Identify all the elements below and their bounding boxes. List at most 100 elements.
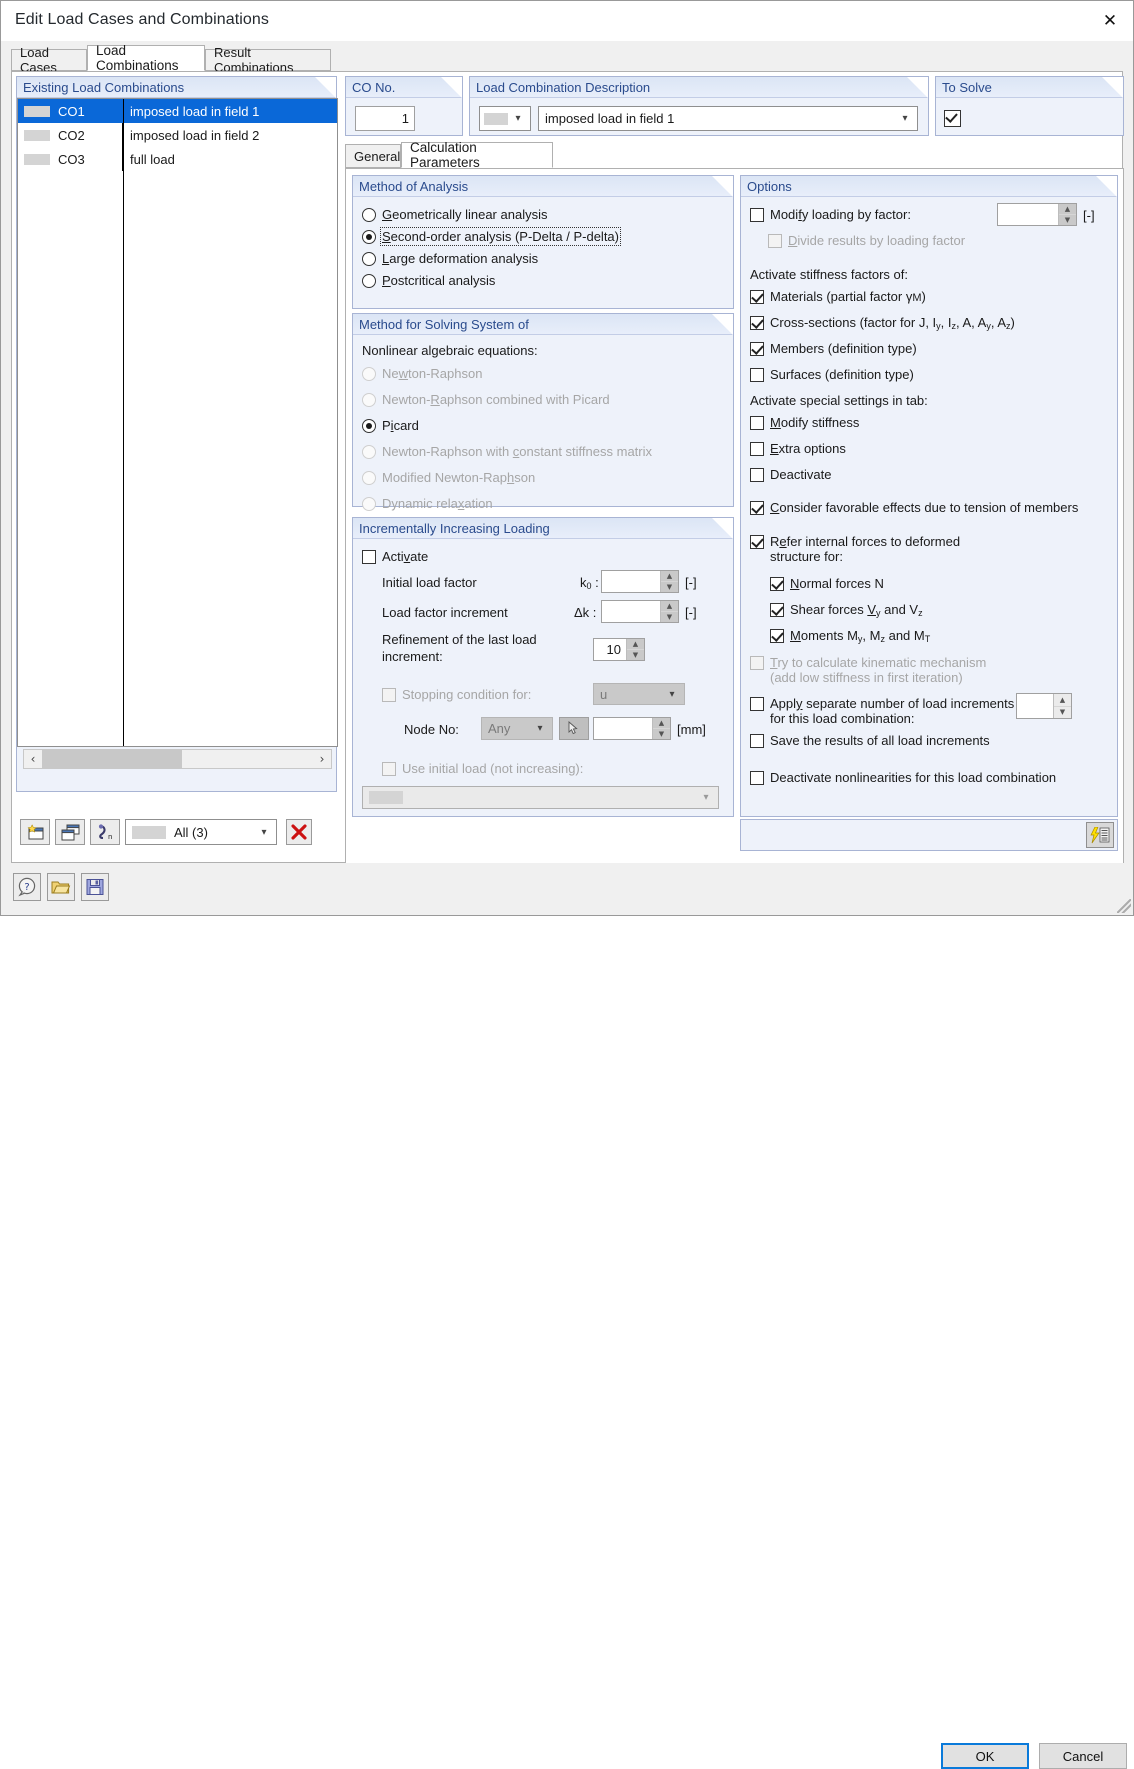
stiffness-surfaces-checkbox[interactable] — [750, 368, 764, 382]
refer-moments-row[interactable]: Moments My, Mz and MT — [770, 628, 930, 647]
tab-result-combinations[interactable]: Result Combinations — [205, 45, 331, 75]
radio-indicator[interactable] — [362, 393, 376, 407]
special-modify-stiffness-row[interactable]: Modify stiffness — [750, 415, 859, 430]
spin-up-icon[interactable]: ▲ — [653, 718, 670, 729]
modify-loading-checkbox[interactable] — [750, 208, 764, 222]
list-item[interactable]: CO3 full load — [18, 147, 337, 171]
spinner-buttons[interactable]: ▲ ▼ — [660, 571, 678, 592]
stiffness-materials-checkbox[interactable] — [750, 290, 764, 304]
refer-internal-forces-checkbox[interactable] — [750, 535, 764, 549]
spin-down-icon[interactable]: ▼ — [1059, 215, 1076, 225]
radio-indicator[interactable] — [362, 471, 376, 485]
special-deactivate-checkbox[interactable] — [750, 468, 764, 482]
help-button[interactable]: ? — [13, 873, 41, 901]
delete-combination-button[interactable] — [286, 819, 312, 845]
separate-increments-input[interactable]: ▲ ▼ — [1016, 693, 1072, 719]
radio-modified-newton-raphson[interactable]: Modified Newton-Raphson — [362, 470, 535, 485]
renumber-button[interactable]: n — [90, 819, 120, 845]
refinement-input[interactable]: 10 ▲ ▼ — [593, 638, 645, 661]
special-modify-stiffness-checkbox[interactable] — [750, 416, 764, 430]
initial-load-factor-input[interactable]: ▲ ▼ — [601, 570, 679, 593]
modify-loading-checkbox-row[interactable]: Modify loading by factor: — [750, 207, 911, 222]
stiffness-surfaces-row[interactable]: Surfaces (definition type) — [750, 367, 914, 382]
radio-indicator[interactable] — [362, 230, 376, 244]
spin-down-icon[interactable]: ▼ — [653, 729, 670, 739]
radio-indicator[interactable] — [362, 497, 376, 511]
scrollbar-thumb[interactable] — [42, 750, 182, 768]
use-initial-load-checkbox-row[interactable]: Use initial load (not increasing): — [382, 761, 583, 776]
resize-grip[interactable] — [1117, 899, 1131, 913]
copy-combination-button[interactable] — [55, 819, 85, 845]
scrollbar-track[interactable] — [42, 750, 313, 768]
radio-dynamic-relaxation[interactable]: Dynamic relaxation — [362, 496, 493, 511]
divide-results-checkbox[interactable] — [768, 234, 782, 248]
list-item[interactable]: CO2 imposed load in field 2 — [18, 123, 337, 147]
stopping-condition-checkbox-row[interactable]: Stopping condition for: — [382, 687, 531, 702]
spinner-buttons[interactable]: ▲ ▼ — [660, 601, 678, 622]
combination-filter-select[interactable]: All (3) ▾ — [125, 819, 277, 845]
radio-indicator[interactable] — [362, 367, 376, 381]
spin-down-icon[interactable]: ▼ — [661, 582, 678, 592]
node-limit-input[interactable]: ▲ ▼ — [593, 717, 671, 740]
spinner-buttons[interactable]: ▲ ▼ — [1053, 694, 1071, 718]
description-input[interactable]: imposed load in field 1 ▾ — [538, 106, 918, 131]
stopping-condition-select[interactable]: u ▾ — [593, 683, 685, 705]
ok-button[interactable]: OK — [941, 1743, 1029, 1769]
initial-load-select[interactable]: ▾ — [362, 786, 719, 809]
refer-internal-forces-row[interactable]: Refer internal forces to deformed structu… — [750, 534, 980, 564]
radio-newton-raphson-picard[interactable]: Newton-Raphson combined with Picard — [362, 392, 610, 407]
spin-down-icon[interactable]: ▼ — [1054, 707, 1071, 719]
save-results-row[interactable]: Save the results of all load increments — [750, 733, 990, 748]
tab-load-cases[interactable]: Load Cases — [11, 45, 87, 75]
refer-shear-forces-row[interactable]: Shear forces Vy and Vz — [770, 602, 923, 621]
separate-increments-checkbox[interactable] — [750, 697, 764, 711]
radio-picard[interactable]: Picard — [362, 418, 419, 433]
spin-up-icon[interactable]: ▲ — [661, 571, 678, 582]
tab-general[interactable]: General — [345, 144, 401, 168]
spinner-buttons[interactable]: ▲ ▼ — [1058, 204, 1076, 225]
stiffness-cross-sections-checkbox[interactable] — [750, 316, 764, 330]
use-initial-load-checkbox[interactable] — [382, 762, 396, 776]
refer-moments-checkbox[interactable] — [770, 629, 784, 643]
scroll-left-icon[interactable]: ‹ — [24, 752, 42, 766]
spinner-buttons[interactable]: ▲ ▼ — [652, 718, 670, 739]
separate-increments-row[interactable]: Apply separate number of load increments… — [750, 696, 1020, 726]
spin-up-icon[interactable]: ▲ — [1054, 694, 1071, 707]
special-extra-options-row[interactable]: Extra options — [750, 441, 846, 456]
activate-incremental-checkbox[interactable] — [362, 550, 376, 564]
kinematic-mechanism-row[interactable]: Try to calculate kinematic mechanism (add… — [750, 655, 1010, 685]
radio-indicator[interactable] — [362, 445, 376, 459]
node-no-select[interactable]: Any ▾ — [481, 717, 553, 740]
spin-down-icon[interactable]: ▼ — [627, 650, 644, 660]
special-extra-options-checkbox[interactable] — [750, 442, 764, 456]
special-deactivate-row[interactable]: Deactivate — [750, 467, 831, 482]
radio-large-deformation[interactable]: Large deformation analysis — [362, 251, 538, 266]
spinner-buttons[interactable]: ▲ ▼ — [626, 639, 644, 660]
activate-incremental-checkbox-row[interactable]: Activate — [362, 549, 428, 564]
modify-loading-input[interactable]: ▲ ▼ — [997, 203, 1077, 226]
new-combination-button[interactable] — [20, 819, 50, 845]
list-horizontal-scrollbar[interactable]: ‹ › — [23, 749, 332, 769]
radio-second-order[interactable]: Second-order analysis (P-Delta / P-delta… — [362, 227, 621, 246]
radio-geometrically-linear[interactable]: Geometrically linear analysis — [362, 207, 547, 222]
stiffness-members-row[interactable]: Members (definition type) — [750, 341, 917, 356]
radio-postcritical[interactable]: Postcritical analysis — [362, 273, 495, 288]
cancel-button[interactable]: Cancel — [1039, 1743, 1127, 1769]
spin-up-icon[interactable]: ▲ — [1059, 204, 1076, 215]
existing-combinations-list[interactable]: CO1 imposed load in field 1 CO2 imposed … — [17, 98, 338, 747]
radio-indicator[interactable] — [362, 208, 376, 222]
kinematic-mechanism-checkbox[interactable] — [750, 656, 764, 670]
calculation-settings-button[interactable] — [1086, 822, 1114, 848]
radio-indicator[interactable] — [362, 252, 376, 266]
load-factor-increment-input[interactable]: ▲ ▼ — [601, 600, 679, 623]
refer-normal-forces-checkbox[interactable] — [770, 577, 784, 591]
radio-indicator[interactable] — [362, 419, 376, 433]
stiffness-members-checkbox[interactable] — [750, 342, 764, 356]
spin-down-icon[interactable]: ▼ — [661, 612, 678, 622]
open-button[interactable] — [47, 873, 75, 901]
stiffness-cross-sections-row[interactable]: Cross-sections (factor for J, Iy, Iz, A,… — [750, 315, 1015, 334]
deactivate-nonlinearities-checkbox[interactable] — [750, 771, 764, 785]
deactivate-nonlinearities-row[interactable]: Deactivate nonlinearities for this load … — [750, 770, 1056, 785]
favorable-effects-checkbox[interactable] — [750, 501, 764, 515]
tab-load-combinations[interactable]: Load Combinations — [87, 43, 205, 73]
